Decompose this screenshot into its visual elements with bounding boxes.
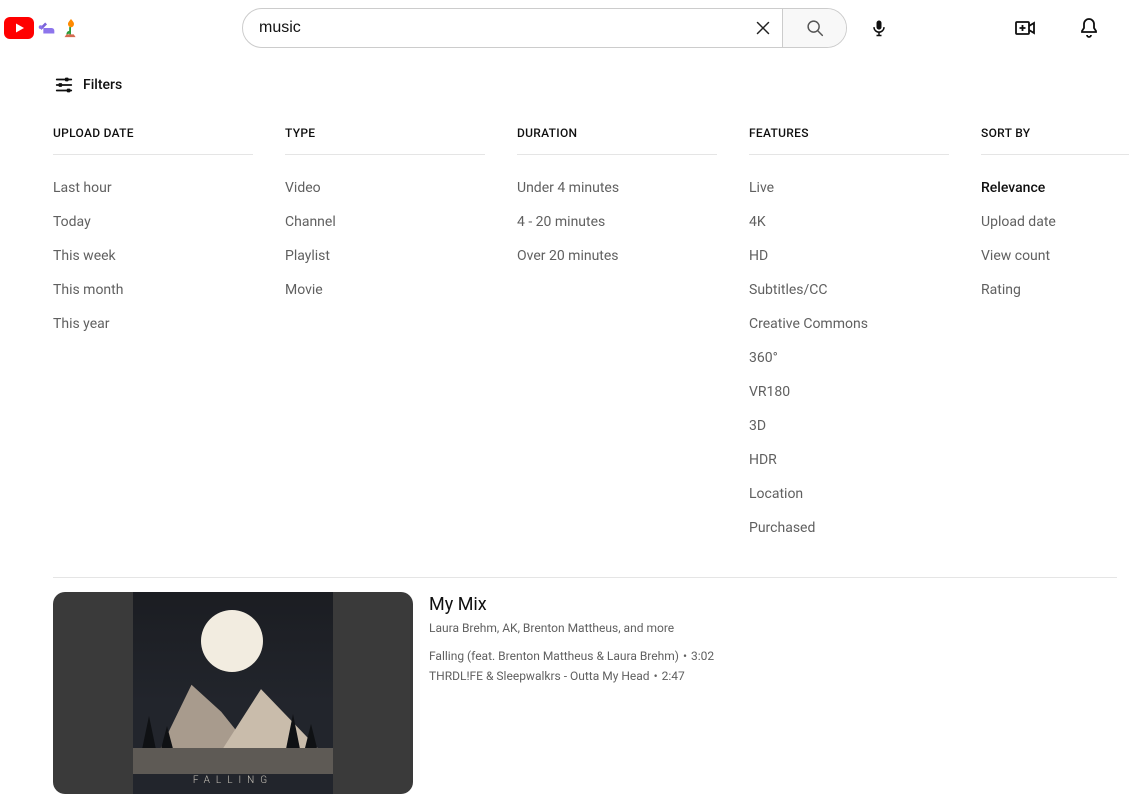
- filter-option[interactable]: Movie: [285, 273, 485, 307]
- filter-option[interactable]: Subtitles/CC: [749, 273, 949, 307]
- result-thumbnail[interactable]: FALLING: [53, 592, 413, 794]
- topbar-right: [1005, 8, 1117, 48]
- thumbnail-art-title: FALLING: [133, 775, 333, 786]
- track-title: THRDL!FE & Sleepwalkrs - Outta My Head: [429, 669, 650, 683]
- filter-option[interactable]: Relevance: [981, 171, 1129, 205]
- search-input[interactable]: [243, 9, 744, 47]
- result-track[interactable]: Falling (feat. Brenton Mattheus & Laura …: [429, 649, 714, 663]
- close-icon: [752, 17, 774, 39]
- track-title: Falling (feat. Brenton Mattheus & Laura …: [429, 649, 679, 663]
- content: Filters UPLOAD DATE Last hourTodayThis we…: [0, 56, 1129, 794]
- result-track[interactable]: THRDL!FE & Sleepwalkrs - Outta My Head•2…: [429, 669, 714, 683]
- filters-toggle-label: Filters: [83, 77, 122, 93]
- tune-icon: [53, 74, 75, 96]
- filter-option[interactable]: Creative Commons: [749, 307, 949, 341]
- filter-option[interactable]: Last hour: [53, 171, 253, 205]
- filter-option[interactable]: Today: [53, 205, 253, 239]
- create-video-icon: [1013, 16, 1037, 40]
- filter-column-header: TYPE: [285, 126, 485, 155]
- filter-option[interactable]: This month: [53, 273, 253, 307]
- filter-column-header: SORT BY: [981, 126, 1129, 155]
- filter-option[interactable]: Channel: [285, 205, 485, 239]
- filter-option[interactable]: View count: [981, 239, 1129, 273]
- results-divider: [53, 577, 1117, 578]
- result-item[interactable]: FALLING My Mix Laura Brehm, AK, Brenton …: [53, 592, 1117, 794]
- filter-option[interactable]: This year: [53, 307, 253, 341]
- notifications-button[interactable]: [1069, 8, 1109, 48]
- filter-option[interactable]: Under 4 minutes: [517, 171, 717, 205]
- filter-column: DURATION Under 4 minutes4 - 20 minutesOve…: [517, 126, 717, 545]
- filter-option[interactable]: Purchased: [749, 511, 949, 545]
- filter-column-header: UPLOAD DATE: [53, 126, 253, 155]
- doodle-watering-can-icon: [36, 17, 58, 39]
- track-duration: 3:02: [691, 649, 714, 663]
- doodle-flower-icon: [60, 17, 82, 39]
- filter-option[interactable]: HD: [749, 239, 949, 273]
- filter-option[interactable]: VR180: [749, 375, 949, 409]
- filter-option[interactable]: HDR: [749, 443, 949, 477]
- filter-column-header: DURATION: [517, 126, 717, 155]
- filter-option[interactable]: Live: [749, 171, 949, 205]
- filter-option[interactable]: Over 20 minutes: [517, 239, 717, 273]
- bell-icon: [1077, 16, 1101, 40]
- filters-toggle[interactable]: Filters: [53, 56, 122, 106]
- filter-option[interactable]: Video: [285, 171, 485, 205]
- search-box: [242, 8, 847, 48]
- result-byline: Laura Brehm, AK, Brenton Mattheus, and m…: [429, 621, 714, 635]
- clear-search-button[interactable]: [744, 9, 782, 47]
- filter-option[interactable]: Location: [749, 477, 949, 511]
- topbar: [0, 0, 1129, 56]
- search-icon: [804, 17, 826, 39]
- microphone-icon: [869, 18, 889, 38]
- filter-column: TYPE VideoChannelPlaylistMovie: [285, 126, 485, 545]
- voice-search-button[interactable]: [859, 8, 899, 48]
- filter-option[interactable]: 360°: [749, 341, 949, 375]
- filter-option[interactable]: 4 - 20 minutes: [517, 205, 717, 239]
- filter-column-header: FEATURES: [749, 126, 949, 155]
- filters-panel: UPLOAD DATE Last hourTodayThis weekThis m…: [53, 106, 1117, 569]
- filter-option[interactable]: Rating: [981, 273, 1129, 307]
- filter-option[interactable]: 4K: [749, 205, 949, 239]
- filter-option[interactable]: This week: [53, 239, 253, 273]
- filter-column: FEATURES Live4KHDSubtitles/CCCreative Com…: [749, 126, 949, 545]
- logo-zone: [4, 17, 82, 39]
- filter-column: UPLOAD DATE Last hourTodayThis weekThis m…: [53, 126, 253, 545]
- youtube-logo-icon[interactable]: [4, 17, 34, 39]
- track-duration: 2:47: [662, 669, 685, 683]
- search-button[interactable]: [782, 9, 846, 47]
- result-title[interactable]: My Mix: [429, 594, 714, 615]
- filter-option[interactable]: Upload date: [981, 205, 1129, 239]
- result-meta: My Mix Laura Brehm, AK, Brenton Mattheus…: [429, 592, 714, 794]
- filter-column: SORT BY RelevanceUpload dateView countRat…: [981, 126, 1129, 545]
- filter-option[interactable]: Playlist: [285, 239, 485, 273]
- search-zone: [242, 8, 899, 48]
- create-button[interactable]: [1005, 8, 1045, 48]
- filter-option[interactable]: 3D: [749, 409, 949, 443]
